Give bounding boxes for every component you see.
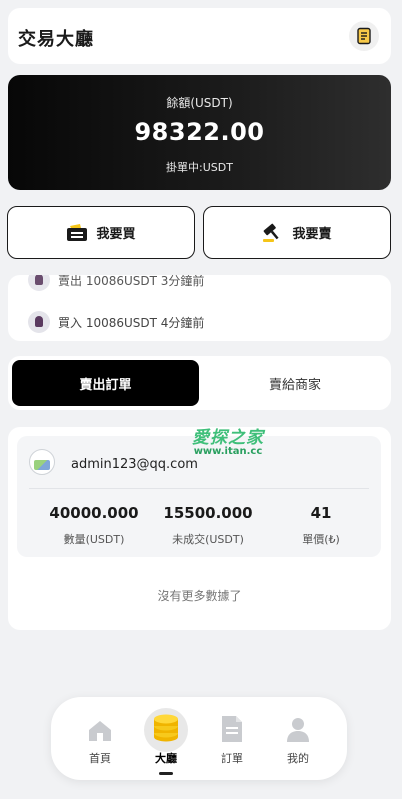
tab-sell-orders[interactable]: 賣出訂單	[12, 360, 199, 406]
sell-label: 我要賣	[292, 227, 332, 242]
no-more-data-text: 沒有更多數據了	[157, 589, 242, 603]
gavel-icon	[263, 223, 280, 242]
stat-value: 15500.000	[163, 504, 253, 522]
ticker-item: 賣出 10086USDT 3分鐘前	[28, 275, 204, 291]
header-bar: 交易大廳	[8, 8, 391, 64]
balance-amount: 98322.00	[134, 118, 265, 146]
avatar	[28, 275, 50, 291]
orders-panel: admin123@qq.com 40000.000 數量(USDT) 15500…	[8, 427, 391, 630]
merchant-email: admin123@qq.com	[71, 457, 198, 472]
stat-unit-price: 41 單價(₺)	[266, 504, 376, 547]
nav-item-orders[interactable]: 訂單	[204, 713, 260, 766]
stat-value: 41	[310, 504, 332, 522]
nav-item-hall[interactable]: 大廳	[138, 713, 194, 766]
stat-label: 未成交(USDT)	[172, 533, 244, 546]
order-tabs: 賣出訂單 賣給商家	[8, 356, 391, 410]
nav-label: 我的	[287, 752, 309, 765]
home-icon	[89, 721, 111, 741]
nav-label: 大廳	[155, 752, 177, 765]
bottom-nav: 首頁 大廳 訂單 我的	[51, 697, 347, 780]
nav-item-mine[interactable]: 我的	[270, 713, 326, 766]
user-icon	[287, 718, 309, 742]
nav-item-home[interactable]: 首頁	[72, 713, 128, 766]
buy-button[interactable]: 我要買	[7, 206, 195, 259]
note-icon	[357, 27, 371, 45]
page-title: 交易大廳	[18, 29, 94, 50]
nav-label: 訂單	[221, 752, 243, 765]
buy-label: 我要買	[96, 227, 136, 242]
ticker-text: 買入 10086USDT 4分鐘前	[58, 315, 205, 330]
balance-card: 餘額(USDT) 98322.00 掛單中:USDT	[8, 75, 391, 190]
ticket-icon	[67, 223, 88, 241]
note-button[interactable]	[349, 21, 379, 51]
merchant-avatar	[29, 449, 55, 475]
document-icon	[222, 716, 242, 742]
nav-label: 首頁	[89, 752, 111, 765]
order-card[interactable]: admin123@qq.com 40000.000 數量(USDT) 15500…	[17, 436, 381, 557]
balance-label: 餘額(USDT)	[166, 96, 233, 110]
trade-ticker: 賣出 10086USDT 3分鐘前 買入 10086USDT 4分鐘前	[8, 275, 391, 341]
coins-icon	[154, 714, 178, 742]
divider	[29, 488, 369, 489]
active-tab-indicator	[159, 772, 173, 775]
ticker-item: 買入 10086USDT 4分鐘前	[28, 311, 204, 333]
pending-orders-text: 掛單中:USDT	[166, 161, 233, 174]
avatar	[28, 311, 50, 333]
stat-quantity: 40000.000 數量(USDT)	[39, 504, 149, 547]
stat-label: 單價(₺)	[302, 533, 340, 546]
stat-label: 數量(USDT)	[63, 533, 125, 546]
stat-value: 40000.000	[49, 504, 139, 522]
ticker-text: 賣出 10086USDT 3分鐘前	[58, 275, 205, 288]
tab-sell-to-merchant[interactable]: 賣給商家	[203, 360, 387, 406]
sell-button[interactable]: 我要賣	[203, 206, 391, 259]
stat-unfilled: 15500.000 未成交(USDT)	[153, 504, 263, 547]
